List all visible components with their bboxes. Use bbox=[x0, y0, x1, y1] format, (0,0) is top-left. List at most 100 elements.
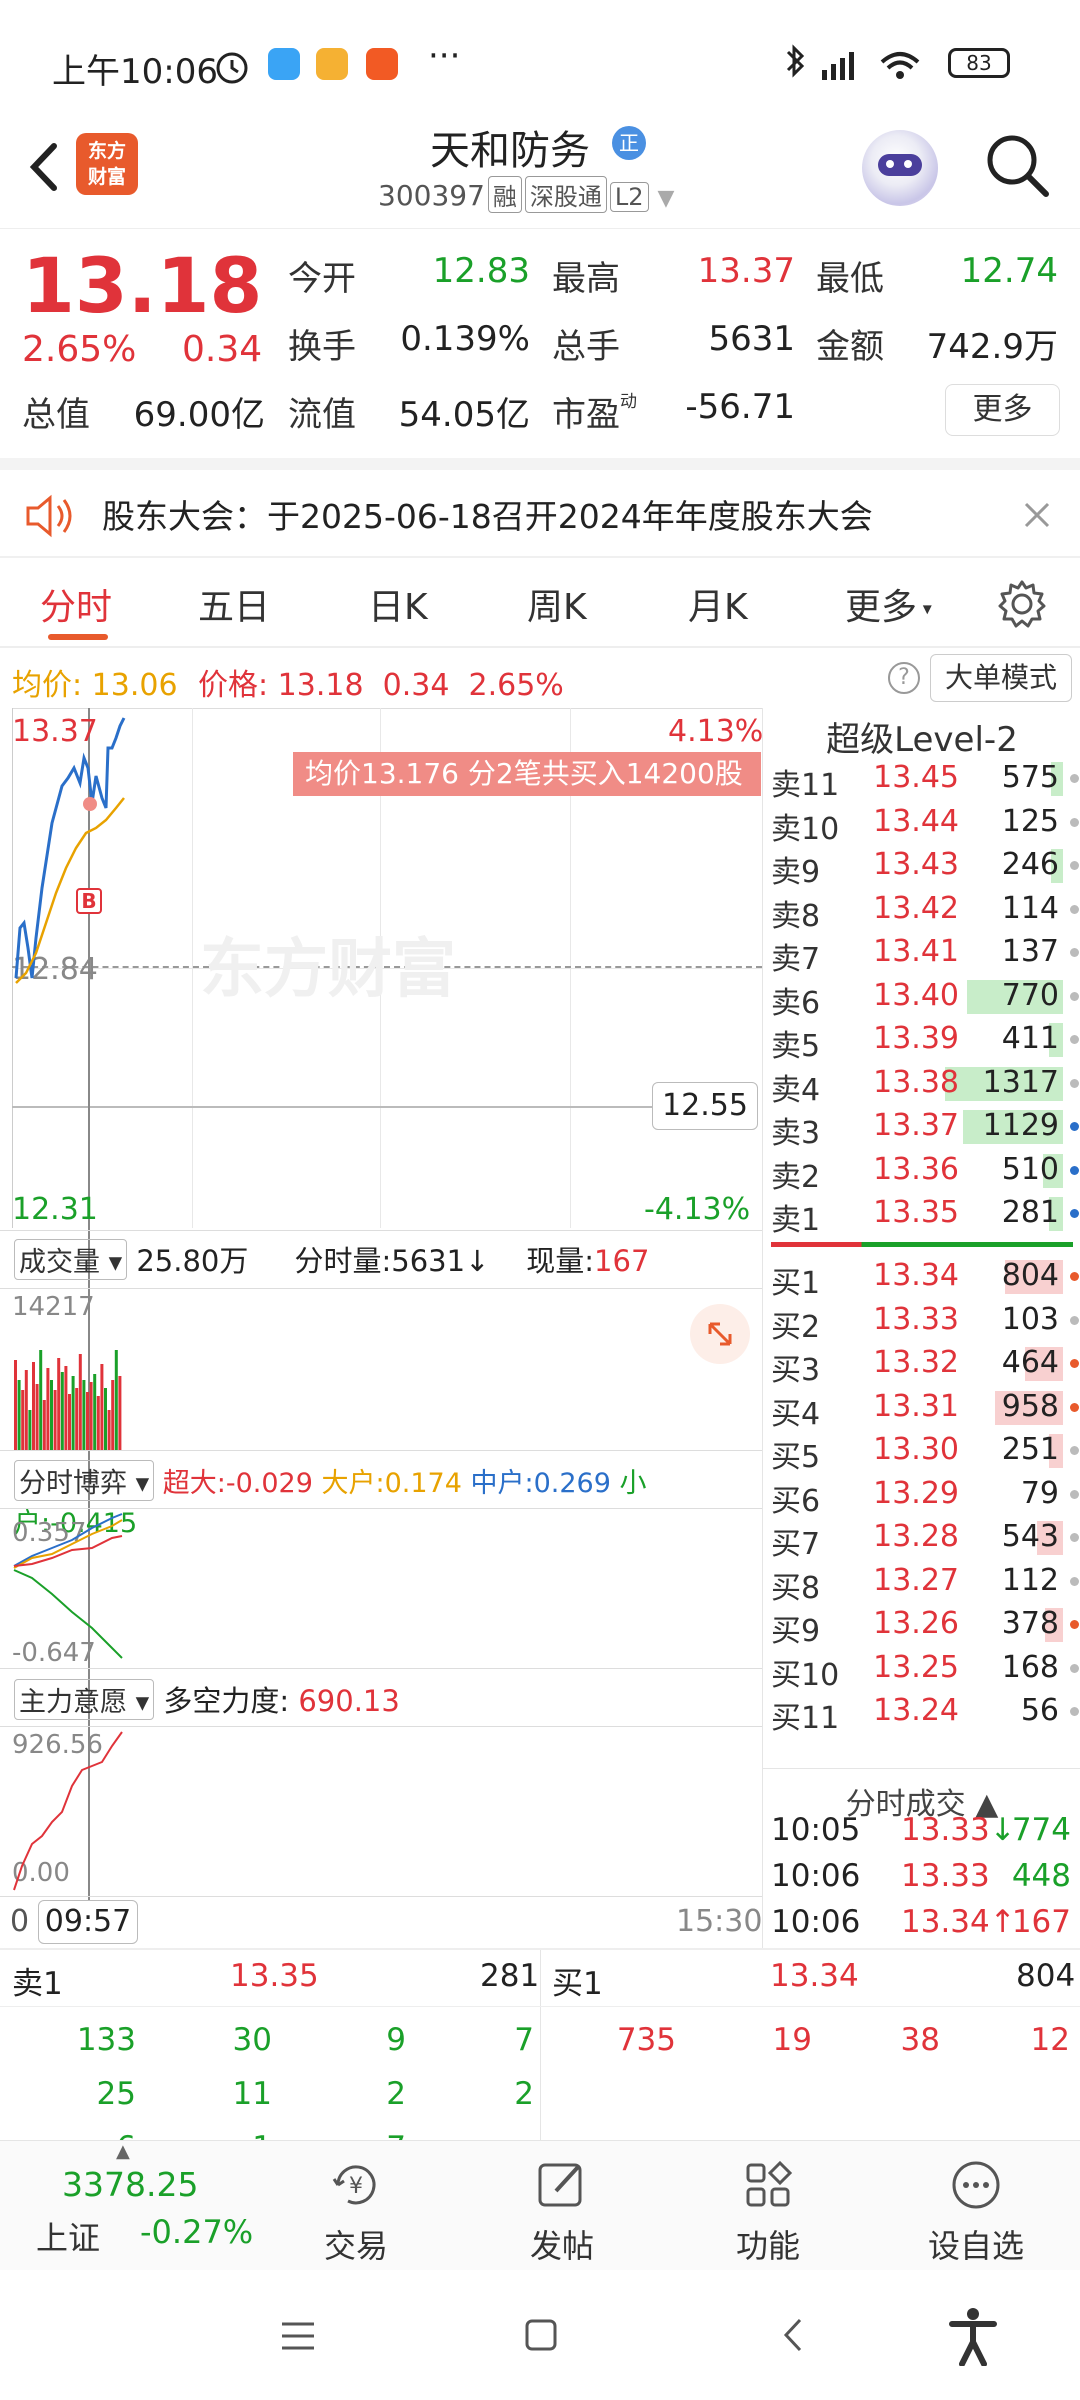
home-icon[interactable] bbox=[524, 2318, 558, 2352]
vol-header: 成交量 ▾ 25.80万 分时量:5631↓ 现量:167 bbox=[14, 1238, 649, 1280]
price-line-chart bbox=[14, 717, 126, 984]
intraday-chart-area[interactable]: 东方财富 13.37 4.13% 12.84 12.31 -4.13% 均价13… bbox=[0, 708, 763, 1948]
avg-price-label: 均价: 13.06 bbox=[12, 668, 178, 703]
nav-trade[interactable]: ¥ 交易 bbox=[286, 2157, 426, 2267]
search-icon[interactable] bbox=[982, 130, 1052, 200]
expand-icon[interactable] bbox=[690, 1304, 750, 1364]
vol-dropdown[interactable]: 成交量 ▾ bbox=[14, 1239, 128, 1280]
ask-row[interactable]: 卖3 13.37 1129 bbox=[763, 1104, 1080, 1151]
ask-row[interactable]: 卖1 13.35 281 bbox=[763, 1191, 1080, 1238]
index-value[interactable]: 3378.25 bbox=[62, 2165, 198, 2204]
index-name[interactable]: 上证 bbox=[36, 2213, 100, 2259]
bid-row[interactable]: 买7 13.28 543 bbox=[763, 1515, 1080, 1562]
level-price: 13.34 bbox=[873, 1258, 959, 1293]
level-dot bbox=[1070, 1533, 1079, 1542]
volume-bar bbox=[39, 1350, 43, 1450]
volume-bar bbox=[100, 1364, 104, 1450]
accessibility-icon[interactable] bbox=[948, 2306, 998, 2366]
x-end-label: 15:30 bbox=[676, 1904, 763, 1939]
close-icon[interactable] bbox=[1022, 500, 1052, 530]
ask-row[interactable]: 卖9 13.43 246 bbox=[763, 843, 1080, 890]
tab-monthk[interactable]: 月K bbox=[688, 578, 748, 630]
settings-gear-icon[interactable] bbox=[996, 578, 1048, 630]
level-price: 13.42 bbox=[873, 890, 959, 926]
queue-order: 133 bbox=[76, 2022, 136, 2058]
ask-row[interactable]: 卖6 13.40 770 bbox=[763, 974, 1080, 1021]
nav-add-watchlist[interactable]: 设自选 bbox=[906, 2157, 1046, 2267]
help-icon[interactable]: ? bbox=[888, 662, 920, 694]
bid-row[interactable]: 买8 13.27 112 bbox=[763, 1559, 1080, 1606]
tab-wuri[interactable]: 五日 bbox=[198, 578, 270, 630]
assistant-robot-icon[interactable] bbox=[862, 130, 938, 206]
index-expand-icon[interactable]: ▲ bbox=[116, 2141, 130, 2162]
big-order-mode-button[interactable]: 大单模式 bbox=[930, 654, 1072, 702]
level-dot bbox=[1070, 1315, 1079, 1325]
nav-functions[interactable]: 功能 bbox=[698, 2157, 838, 2267]
quote-panel: 13.18 2.65% 0.34 今开 12.83 最高 13.37 最低 12… bbox=[0, 228, 1080, 458]
tag-rong: 融 bbox=[487, 176, 522, 213]
level-dot bbox=[1070, 1078, 1079, 1088]
bid-row[interactable]: 买1 13.34 804 bbox=[763, 1254, 1080, 1301]
volume-bar bbox=[71, 1376, 75, 1450]
tab-dayk[interactable]: 日K bbox=[368, 578, 428, 630]
menu-icon[interactable] bbox=[280, 2318, 316, 2354]
low-label: 最低 bbox=[816, 259, 884, 299]
order-book[interactable]: 超级Level-2 卖11 13.45 575 卖10 13.44 125 卖9 13.43 2… bbox=[762, 708, 1080, 1948]
nav-post[interactable]: 发帖 bbox=[492, 2157, 632, 2267]
notice-bar[interactable]: 股东大会：于2025-06-18召开2024年年度股东大会 bbox=[0, 458, 1080, 556]
ask-row[interactable]: 卖4 13.38 1317 bbox=[763, 1061, 1080, 1108]
index-pct[interactable]: -0.27% bbox=[140, 2213, 253, 2251]
bid-row[interactable]: 买6 13.29 79 bbox=[763, 1472, 1080, 1519]
tab-active-indicator bbox=[48, 634, 108, 640]
ask-row[interactable]: 卖11 13.45 575 bbox=[763, 756, 1080, 803]
ask-row[interactable]: 卖2 13.36 510 bbox=[763, 1148, 1080, 1195]
bl-header-divider bbox=[0, 2006, 1080, 2007]
level-volume: 246 bbox=[1001, 847, 1059, 882]
stock-code-line[interactable]: 300397 融深股通 L2 ▼ bbox=[378, 176, 674, 213]
tab-more[interactable]: 更多 ▾ bbox=[845, 578, 932, 630]
bid-row[interactable]: 买5 13.30 251 bbox=[763, 1428, 1080, 1475]
tab-fenshi[interactable]: 分时 bbox=[40, 578, 112, 630]
volume-bar bbox=[60, 1372, 64, 1450]
volume-bar bbox=[89, 1382, 93, 1450]
ask-row[interactable]: 卖8 13.42 114 bbox=[763, 887, 1080, 934]
change-percent: 2.65% bbox=[22, 329, 137, 370]
zl-header: 主力意愿 ▾ 多空力度: 690.13 bbox=[14, 1678, 400, 1720]
tab-weekk[interactable]: 周K bbox=[527, 578, 587, 630]
level-price: 13.39 bbox=[873, 1021, 959, 1056]
tag-sgt: 深股通 bbox=[524, 176, 607, 213]
ask-row[interactable]: 卖10 13.44 125 bbox=[763, 800, 1080, 847]
bid-row[interactable]: 买3 13.32 464 bbox=[763, 1341, 1080, 1388]
level-dot bbox=[1070, 1209, 1079, 1218]
queue-order: 11 bbox=[232, 2076, 272, 2112]
bl-ask-vol: 281 bbox=[480, 1958, 540, 1994]
more-quote-button[interactable]: 更多 bbox=[945, 384, 1060, 436]
level-price: 13.26 bbox=[873, 1606, 959, 1641]
bid-row[interactable]: 买10 13.25 168 bbox=[763, 1646, 1080, 1693]
bid-row[interactable]: 买4 13.31 958 bbox=[763, 1385, 1080, 1432]
back-nav-icon[interactable] bbox=[778, 2316, 808, 2354]
level-volume: 137 bbox=[1001, 934, 1059, 969]
level-label: 买8 bbox=[771, 1570, 821, 1606]
level-price: 13.36 bbox=[873, 1151, 959, 1187]
back-arrow-icon[interactable] bbox=[20, 132, 70, 202]
level-volume: 125 bbox=[1001, 803, 1059, 839]
ask-row[interactable]: 卖5 13.39 411 bbox=[763, 1017, 1080, 1064]
level-dot bbox=[1070, 817, 1079, 827]
x-axis-border bbox=[0, 1896, 762, 1897]
bid-row[interactable]: 买9 13.26 378 bbox=[763, 1602, 1080, 1649]
high-value: 13.37 bbox=[697, 251, 795, 291]
zl-dropdown[interactable]: 主力意愿 ▾ bbox=[14, 1679, 155, 1720]
level-label: 卖6 bbox=[771, 985, 821, 1021]
battery-icon: 83 bbox=[948, 48, 1010, 78]
level-dot bbox=[1070, 1122, 1079, 1131]
level-label: 买1 bbox=[771, 1266, 821, 1301]
level-volume: 1129 bbox=[982, 1108, 1059, 1143]
ask-row[interactable]: 卖7 13.41 137 bbox=[763, 930, 1080, 977]
bid-row[interactable]: 买11 13.24 56 bbox=[763, 1689, 1080, 1736]
game-dropdown[interactable]: 分时博弈 ▾ bbox=[14, 1460, 155, 1501]
bid-row[interactable]: 买2 13.33 103 bbox=[763, 1298, 1080, 1345]
notice-text: 股东大会：于2025-06-18召开2024年年度股东大会 bbox=[102, 497, 873, 536]
bl-bid-price: 13.34 bbox=[770, 1958, 859, 1994]
level-volume: 411 bbox=[1001, 1021, 1059, 1056]
